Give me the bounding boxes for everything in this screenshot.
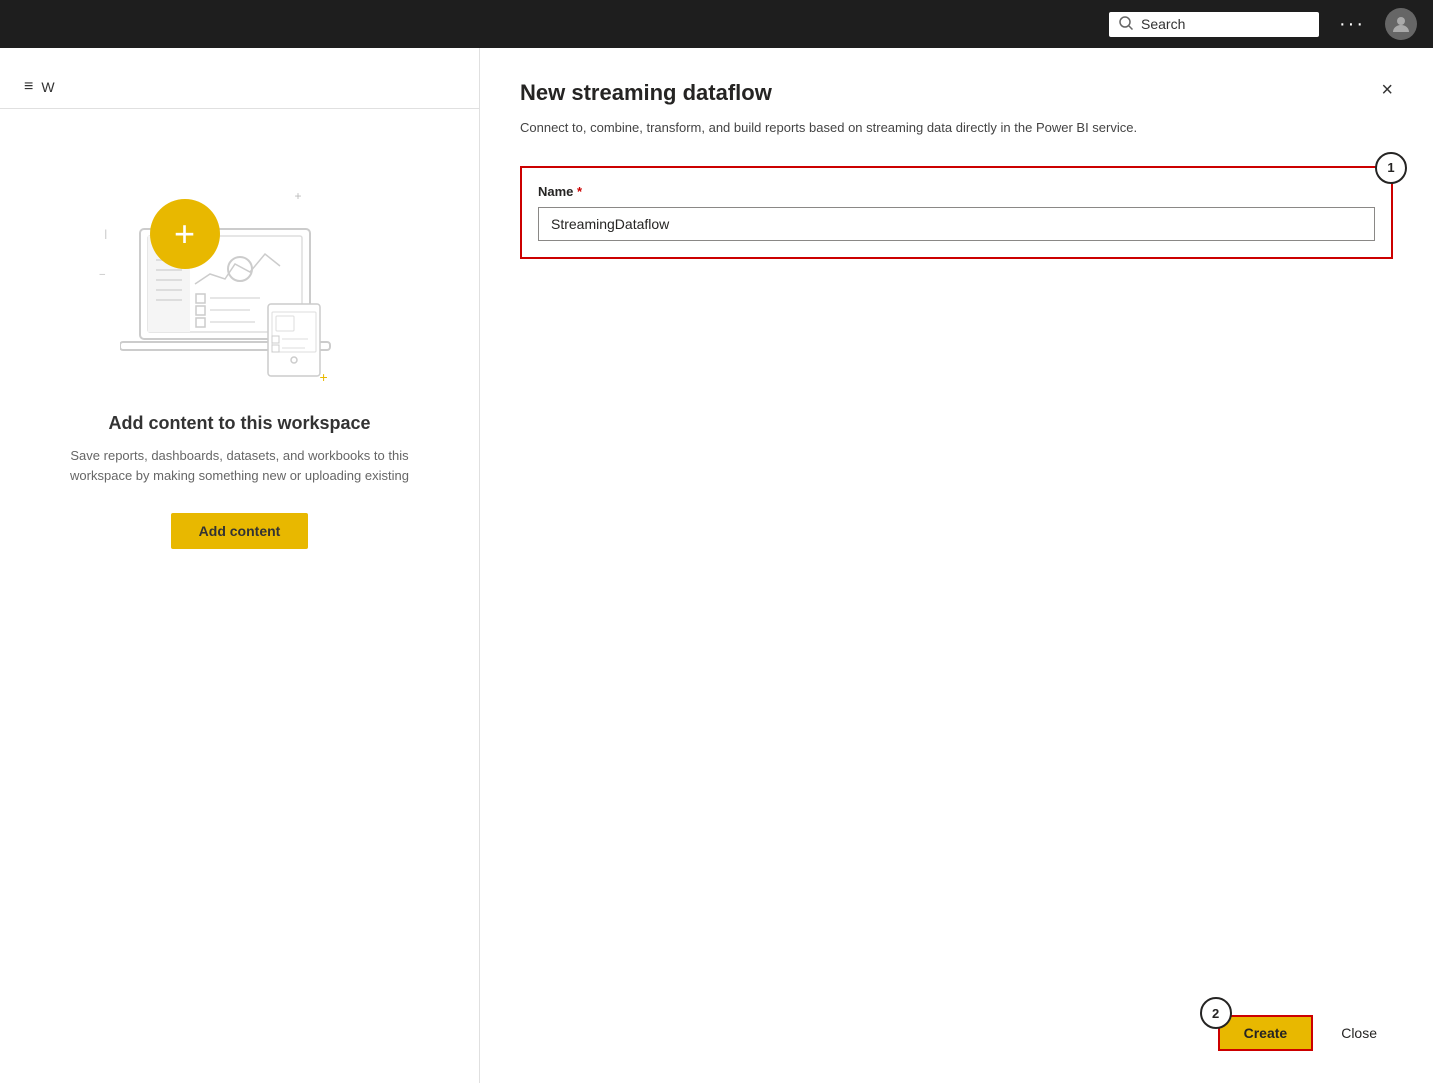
workspace-body: + + | + –	[20, 109, 460, 1083]
deco-dash: –	[100, 269, 106, 280]
topbar: Search ···	[0, 0, 1433, 48]
modal-header: New streaming dataflow ×	[520, 80, 1393, 106]
required-star: *	[577, 184, 582, 199]
main-content: ≡ W + + | + –	[0, 48, 1433, 1083]
plus-icon: +	[174, 216, 195, 252]
create-area: 2 Create	[1218, 1015, 1314, 1051]
workspace-title: W	[41, 79, 54, 95]
step-2-badge: 2	[1200, 997, 1232, 1029]
modal-footer: 2 Create Close	[520, 1015, 1393, 1051]
search-label: Search	[1141, 16, 1185, 32]
search-box[interactable]: Search	[1109, 12, 1319, 37]
name-label: Name *	[538, 184, 1375, 199]
name-section: 1 Name *	[520, 166, 1393, 259]
close-button[interactable]: Close	[1325, 1017, 1393, 1049]
add-content-button[interactable]: Add content	[171, 513, 309, 549]
more-button[interactable]: ···	[1331, 9, 1373, 40]
search-icon	[1119, 16, 1133, 33]
deco-plus-2: |	[105, 229, 108, 240]
yellow-circle: +	[150, 199, 220, 269]
right-panel: New streaming dataflow × Connect to, com…	[480, 48, 1433, 1083]
illustration: + + | + –	[100, 169, 380, 389]
add-content-desc: Save reports, dashboards, datasets, and …	[60, 446, 420, 485]
left-panel: ≡ W + + | + –	[0, 48, 480, 1083]
name-input[interactable]	[538, 207, 1375, 241]
modal-description: Connect to, combine, transform, and buil…	[520, 118, 1200, 138]
step-1-badge: 1	[1375, 152, 1407, 184]
avatar[interactable]	[1385, 8, 1417, 40]
deco-plus-1: +	[295, 189, 302, 203]
workspace-header: ≡ W	[0, 78, 479, 109]
hamburger-icon: ≡	[24, 78, 33, 96]
modal-title: New streaming dataflow	[520, 80, 772, 106]
modal-close-button[interactable]: ×	[1381, 80, 1393, 100]
modal-dialog: New streaming dataflow × Connect to, com…	[480, 48, 1433, 1083]
create-button[interactable]: Create	[1218, 1015, 1314, 1051]
add-content-title: Add content to this workspace	[108, 413, 370, 434]
